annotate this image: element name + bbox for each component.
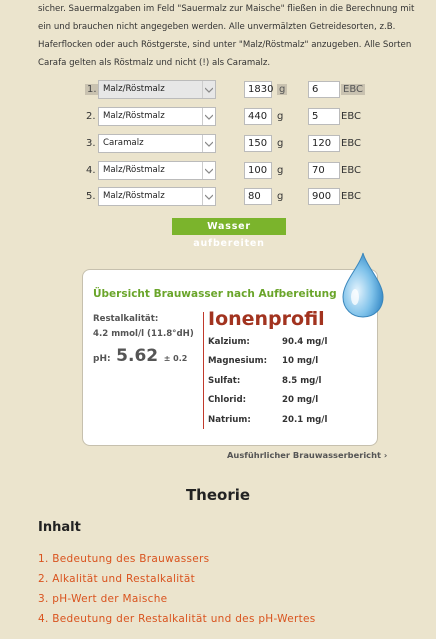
- brauwasserbericht-link[interactable]: Ausführlicher Brauwasserbericht ›: [227, 450, 387, 460]
- summary-title: Übersicht Brauwasser nach Aufbereitung: [93, 288, 337, 300]
- ph-readout: pH: 5.62 ± 0.2: [93, 346, 187, 366]
- malt-type-select[interactable]: Caramalz: [98, 134, 216, 153]
- wasser-aufbereiten-button[interactable]: Wasser aufbereiten: [172, 218, 286, 249]
- malt-type-value: Malz/Röstmalz: [103, 111, 165, 121]
- ion-name: Natrium:: [208, 415, 251, 425]
- toc-link[interactable]: 2. Alkalität und Restalkalität: [38, 573, 195, 585]
- toc-link[interactable]: 1. Bedeutung des Brauwassers: [38, 553, 209, 565]
- ebc-input[interactable]: 70: [308, 162, 340, 179]
- malt-type-select[interactable]: Malz/Röstmalz: [98, 80, 216, 99]
- ebc-unit: EBC: [341, 111, 361, 122]
- amount-unit: g: [277, 191, 284, 202]
- ph-value: 5.62: [116, 346, 159, 366]
- ebc-input[interactable]: 900: [308, 188, 340, 205]
- malt-type-select[interactable]: Malz/Röstmalz: [98, 161, 216, 180]
- water-drop-icon: [342, 252, 384, 318]
- intro-text: sicher. Sauermalzgaben im Feld "Sauermal…: [38, 4, 415, 68]
- malt-row: 5. Malz/Röstmalz 80 g 900 EBC: [86, 187, 386, 209]
- ebc-unit: EBC: [341, 191, 361, 202]
- chevron-down-icon: [202, 135, 215, 152]
- chevron-down-icon: [202, 108, 215, 125]
- ebc-input[interactable]: 6: [308, 81, 340, 98]
- ion-value: 10 mg/l: [282, 356, 319, 366]
- inhalt-heading: Inhalt: [38, 520, 81, 535]
- ph-tolerance: ± 0.2: [163, 354, 188, 363]
- toc-link[interactable]: 4. Bedeutung der Restalkalität und des p…: [38, 613, 316, 625]
- malt-row: 2. Malz/Röstmalz 440 g 5 EBC: [86, 107, 386, 129]
- ebc-input[interactable]: 5: [308, 108, 340, 125]
- divider: [203, 312, 204, 429]
- row-number: 2.: [86, 111, 96, 122]
- malt-type-value: Caramalz: [103, 138, 144, 148]
- alkalinity-block: Restalkalität: 4.2 mmol/l (11.8°dH) pH: …: [93, 312, 194, 366]
- ion-name: Magnesium:: [208, 356, 268, 366]
- ebc-unit: EBC: [341, 138, 361, 149]
- amount-unit: g: [277, 165, 284, 176]
- row-number: 5.: [86, 191, 96, 202]
- summary-card: Übersicht Brauwasser nach Aufbereitung R…: [82, 269, 378, 446]
- ebc-unit: EBC: [341, 84, 365, 95]
- row-number: 3.: [86, 138, 96, 149]
- malt-type-value: Malz/Röstmalz: [103, 191, 165, 201]
- ion-value: 20.1 mg/l: [282, 415, 328, 425]
- toc-link[interactable]: 3. pH-Wert der Maische: [38, 593, 167, 605]
- malt-type-value: Malz/Röstmalz: [103, 84, 165, 94]
- malt-row: 4. Malz/Röstmalz 100 g 70 EBC: [86, 161, 386, 183]
- restalkalitaet-label: Restalkalität:: [93, 314, 159, 324]
- row-number: 1.: [85, 84, 99, 95]
- restalkalitaet-value: 4.2 mmol/l (11.8°dH): [93, 329, 194, 339]
- amount-unit: g: [277, 84, 288, 95]
- malt-type-select[interactable]: Malz/Röstmalz: [98, 187, 216, 206]
- amount-unit: g: [277, 111, 284, 122]
- theorie-heading: Theorie: [185, 486, 251, 504]
- malt-type-value: Malz/Röstmalz: [103, 165, 165, 175]
- ebc-unit: EBC: [341, 165, 361, 176]
- amount-input[interactable]: 80: [244, 188, 272, 205]
- malt-row: 3. Caramalz 150 g 120 EBC: [86, 134, 386, 156]
- amount-input[interactable]: 100: [244, 162, 272, 179]
- ion-value: 8.5 mg/l: [282, 376, 322, 386]
- amount-input[interactable]: 1830: [244, 81, 273, 98]
- chevron-down-icon: [202, 188, 215, 205]
- ion-name: Sulfat:: [208, 376, 241, 386]
- malt-row: 1. Malz/Röstmalz 1830 g 6 EBC: [85, 80, 386, 102]
- ion-value: 90.4 mg/l: [282, 337, 328, 347]
- malt-type-select[interactable]: Malz/Röstmalz: [98, 107, 216, 126]
- ion-name: Chlorid:: [208, 395, 247, 405]
- chevron-down-icon: [202, 81, 215, 98]
- ebc-input[interactable]: 120: [308, 135, 340, 152]
- amount-unit: g: [277, 138, 284, 149]
- chevron-down-icon: [202, 162, 215, 179]
- ion-name: Kalzium:: [208, 337, 250, 347]
- amount-input[interactable]: 440: [244, 108, 272, 125]
- amount-input[interactable]: 150: [244, 135, 272, 152]
- ion-value: 20 mg/l: [282, 395, 319, 405]
- ion-profile-title: Ionenprofil: [208, 308, 325, 330]
- row-number: 4.: [86, 165, 96, 176]
- ph-label: pH:: [93, 354, 111, 364]
